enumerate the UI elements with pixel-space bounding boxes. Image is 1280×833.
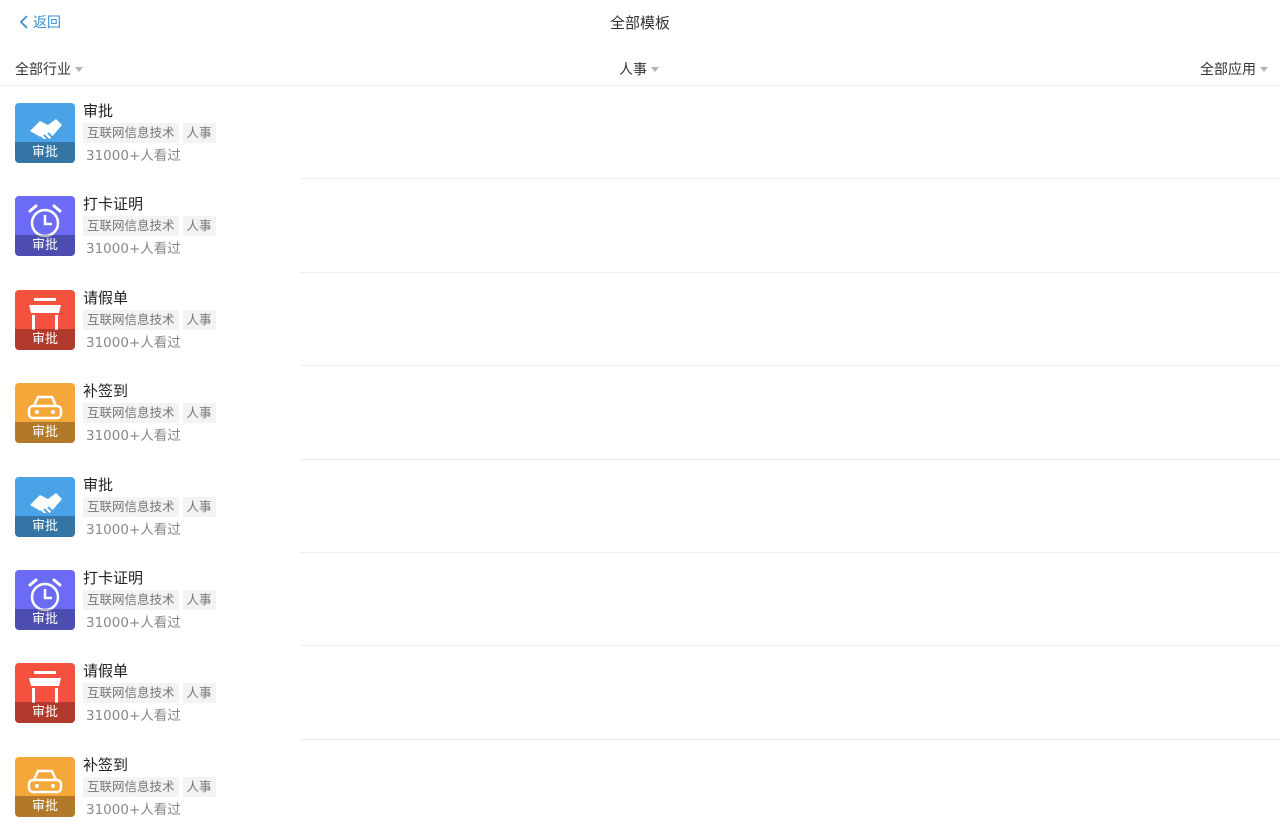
template-views: 31000+人看过 bbox=[86, 801, 181, 818]
template-tag: 人事 bbox=[182, 496, 216, 517]
template-tag: 互联网信息技术 bbox=[83, 123, 179, 143]
template-tags: 互联网信息技术 人事 bbox=[83, 496, 216, 517]
template-views: 31000+人看过 bbox=[86, 428, 181, 445]
template-icon-tile: 审批 bbox=[15, 103, 75, 163]
template-tag: 互联网信息技术 bbox=[83, 309, 179, 330]
template-views: 31000+人看过 bbox=[86, 708, 181, 725]
template-item-6[interactable]: 审批 打卡证明 互联网信息技术 人事 31000+人看过 bbox=[0, 553, 1280, 647]
template-tag: 互联网信息技术 bbox=[83, 403, 179, 424]
template-item-2[interactable]: 审批 打卡证明 互联网信息技术 人事 31000+人看过 bbox=[0, 179, 1280, 274]
template-item-3[interactable]: 审批 请假单 互联网信息技术 人事 31000+人看过 bbox=[0, 273, 1280, 367]
category-filter-label: 人事 bbox=[619, 62, 647, 78]
template-tag: 人事 bbox=[182, 403, 216, 424]
template-tag: 人事 bbox=[182, 589, 216, 610]
template-icon-band: 审批 bbox=[15, 422, 75, 444]
template-views: 31000+人看过 bbox=[86, 241, 181, 258]
caret-down-icon bbox=[1260, 66, 1268, 72]
template-icon-tile: 审批 bbox=[15, 476, 75, 537]
template-item-1[interactable]: 审批 审批 互联网信息技术 人事 31000+人看过 bbox=[0, 86, 1280, 180]
template-icon-band: 审批 bbox=[15, 142, 75, 163]
nav-bar: 返回 全部模板 bbox=[0, 0, 1280, 44]
template-tag: 互联网信息技术 bbox=[83, 589, 179, 610]
template-icon-band: 审批 bbox=[15, 795, 75, 817]
template-tag: 互联网信息技术 bbox=[83, 776, 179, 797]
template-tag: 人事 bbox=[182, 776, 216, 797]
template-tags: 互联网信息技术 人事 bbox=[83, 403, 216, 424]
template-icon-band: 审批 bbox=[15, 608, 75, 630]
template-tags: 互联网信息技术 人事 bbox=[83, 123, 216, 143]
template-icon-band: 审批 bbox=[15, 235, 75, 257]
template-item-4[interactable]: 审批 补签到 互联网信息技术 人事 31000+人看过 bbox=[0, 366, 1280, 460]
filter-bar: 全部行业 人事 全部应用 bbox=[0, 52, 1280, 86]
caret-down-icon bbox=[75, 66, 83, 72]
template-title: 请假单 bbox=[83, 662, 129, 681]
template-icon-tile: 审批 bbox=[15, 756, 75, 817]
template-title: 审批 bbox=[83, 102, 114, 120]
template-tag: 人事 bbox=[182, 683, 216, 704]
template-title: 补签到 bbox=[83, 755, 129, 774]
app-filter[interactable]: 全部应用 bbox=[1200, 59, 1268, 79]
template-icon-tile: 审批 bbox=[15, 383, 75, 444]
template-icon-band: 审批 bbox=[15, 515, 75, 537]
template-title: 请假单 bbox=[83, 288, 129, 307]
template-icon-band: 审批 bbox=[15, 328, 75, 350]
industry-filter[interactable]: 全部行业 bbox=[15, 59, 83, 79]
template-views: 31000+人看过 bbox=[86, 334, 181, 351]
caret-down-icon bbox=[651, 66, 659, 72]
template-title: 打卡证明 bbox=[83, 195, 144, 214]
template-item-7[interactable]: 审批 请假单 互联网信息技术 人事 31000+人看过 bbox=[0, 646, 1280, 741]
template-tags: 互联网信息技术 人事 bbox=[83, 216, 216, 237]
template-title: 审批 bbox=[83, 475, 114, 494]
template-views: 31000+人看过 bbox=[86, 521, 181, 538]
category-filter[interactable]: 人事 bbox=[619, 59, 659, 79]
template-tags: 互联网信息技术 人事 bbox=[83, 683, 216, 704]
template-icon-band: 审批 bbox=[15, 702, 75, 724]
template-tag: 互联网信息技术 bbox=[83, 216, 179, 237]
template-tag: 人事 bbox=[182, 123, 216, 143]
template-list: 审批 审批 互联网信息技术 人事 31000+人看过 审批 打卡证明 互联网信息技… bbox=[0, 86, 1280, 833]
app-filter-label: 全部应用 bbox=[1200, 62, 1256, 78]
template-icon-tile: 审批 bbox=[15, 663, 75, 724]
template-views: 31000+人看过 bbox=[86, 148, 181, 164]
template-title: 补签到 bbox=[83, 382, 129, 401]
template-tag: 互联网信息技术 bbox=[83, 496, 179, 517]
template-icon-tile: 审批 bbox=[15, 289, 75, 350]
industry-filter-label: 全部行业 bbox=[15, 62, 71, 78]
template-item-8[interactable]: 审批 补签到 互联网信息技术 人事 31000+人看过 bbox=[0, 740, 1280, 833]
template-tag: 人事 bbox=[182, 216, 216, 237]
template-tags: 互联网信息技术 人事 bbox=[83, 309, 216, 330]
page-title: 全部模板 bbox=[609, 14, 670, 32]
template-icon-tile: 审批 bbox=[15, 196, 75, 257]
template-views: 31000+人看过 bbox=[86, 614, 181, 631]
template-title: 打卡证明 bbox=[83, 568, 144, 587]
template-tag: 人事 bbox=[182, 309, 216, 330]
template-tag: 互联网信息技术 bbox=[83, 683, 179, 704]
template-icon-tile: 审批 bbox=[15, 569, 75, 630]
template-item-5[interactable]: 审批 审批 互联网信息技术 人事 31000+人看过 bbox=[0, 460, 1280, 554]
template-tags: 互联网信息技术 人事 bbox=[83, 776, 216, 797]
template-tags: 互联网信息技术 人事 bbox=[83, 589, 216, 610]
